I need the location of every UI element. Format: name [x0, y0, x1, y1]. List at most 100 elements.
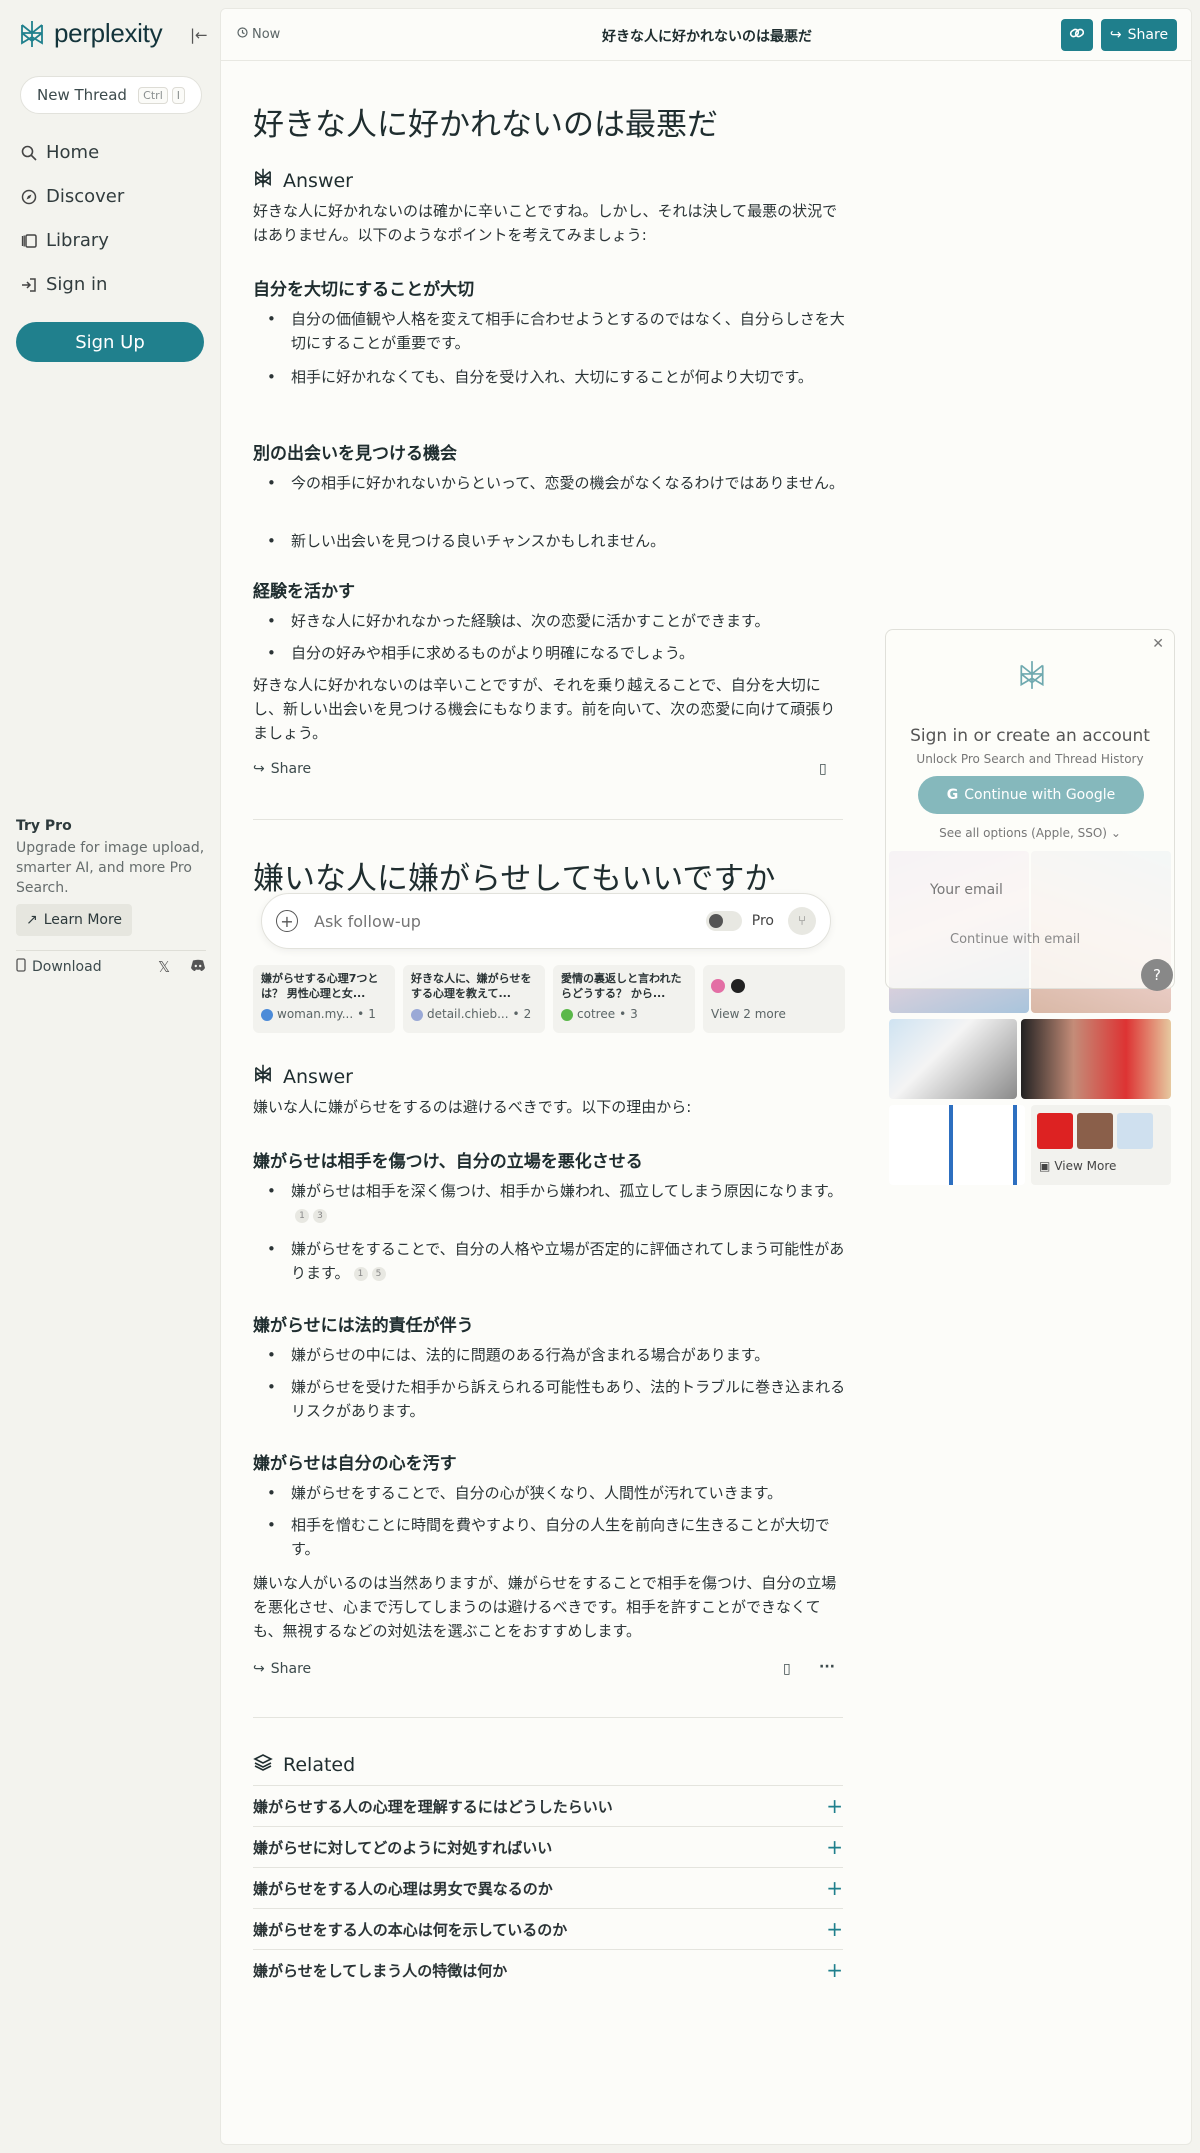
nav-home[interactable]: Home	[20, 142, 99, 163]
source-card[interactable]: 好きな人に、嫌がらせをする心理を教えて... detail.chieb... • 2	[403, 965, 545, 1033]
related-question[interactable]: 嫌がらせをする人の心理は男女で異なるのか +	[253, 1867, 843, 1908]
citation-badge[interactable]: 5	[371, 1266, 386, 1281]
nav-sign-in[interactable]: Sign in	[20, 274, 107, 295]
citation-badge[interactable]: 1	[353, 1266, 368, 1281]
answer-share-button[interactable]: ↪ Share	[253, 761, 311, 777]
section-heading: 経験を活かす	[253, 582, 355, 602]
section-heading: 自分を大切にすることが大切	[253, 280, 475, 300]
list-item: 自分の好みや相手に求めるものがより明確になるでしょう。	[267, 641, 851, 665]
library-icon	[20, 232, 38, 250]
shortcut-hint: Ctrl I	[138, 86, 185, 104]
list-item: 嫌がらせの中には、法的に問題のある行為が含まれる場合があります。	[267, 1343, 851, 1367]
related-question-text: 嫌がらせに対してどのように対処すればいい	[253, 1838, 553, 1857]
continue-with-google-button[interactable]: G Continue with Google	[918, 776, 1144, 814]
related-question[interactable]: 嫌がらせに対してどのように対処すればいい +	[253, 1826, 843, 1867]
source-card[interactable]: 嫌がらせする心理7つとは？ 男性心理と女... woman.my... • 1	[253, 965, 395, 1033]
sign-up-button[interactable]: Sign Up	[16, 322, 204, 362]
citation-badge[interactable]: 3	[313, 1208, 327, 1223]
plus-icon: +	[826, 1835, 843, 1859]
share-icon: ↪	[253, 761, 265, 777]
nav-discover[interactable]: Discover	[20, 186, 124, 207]
download-link[interactable]: Download	[16, 958, 102, 976]
image-icon: ▣	[1039, 1159, 1051, 1173]
list-item: 相手に好かれなくても、自分を受け入れ、大切にすることが何より大切です。	[267, 365, 851, 389]
related-question[interactable]: 嫌がらせする人の心理を理解するにはどうしたらいい +	[253, 1785, 843, 1826]
more-options-icon[interactable]: ···	[819, 1659, 835, 1675]
source-meta: cotree • 3	[561, 1007, 687, 1022]
view-more-label: View 2 more	[711, 1007, 786, 1021]
divider	[253, 1717, 843, 1718]
sign-in-modal: ✕ Sign in or create an account Unlock Pr…	[885, 629, 1175, 989]
site-favicon	[561, 1008, 573, 1021]
x-twitter-icon[interactable]: 𝕏	[158, 958, 170, 976]
related-question-text: 嫌がらせをする人の心理は男女で異なるのか	[253, 1879, 553, 1898]
answer-intro: 嫌いな人に嫌がらせをするのは避けるべきです。以下の理由から:	[253, 1098, 692, 1116]
result-image[interactable]	[889, 1019, 1017, 1099]
share-button[interactable]: ↪ Share	[1101, 19, 1177, 51]
result-image[interactable]	[1021, 1019, 1171, 1099]
see-all-options-link[interactable]: See all options (Apple, SSO) ⌄	[886, 826, 1174, 840]
source-title: 好きな人に、嫌がらせをする心理を教えて...	[411, 972, 532, 1000]
source-number: 1	[368, 1007, 376, 1021]
share-icon: ↪	[1109, 27, 1122, 43]
view-more-text: View More	[1054, 1159, 1117, 1173]
perplexity-answer-icon	[253, 167, 273, 194]
citation-badge[interactable]: 1	[295, 1208, 309, 1223]
email-field[interactable]: Your email	[930, 882, 1003, 898]
see-all-options-label: See all options (Apple, SSO)	[939, 826, 1107, 840]
nav-library-label: Library	[46, 230, 109, 251]
list-item: 好きな人に好かれなかった経験は、次の恋愛に活かすことができます。	[267, 609, 851, 633]
sign-in-subtitle: Unlock Pro Search and Thread History	[916, 752, 1144, 766]
related-header: Related	[253, 1753, 355, 1776]
related-question-text: 嫌がらせをしてしまう人の特徴は何か	[253, 1961, 508, 1980]
close-icon[interactable]: ✕	[1152, 636, 1164, 652]
site-favicon	[411, 1008, 423, 1021]
compass-icon	[20, 188, 38, 206]
share-label: Share	[1127, 27, 1169, 43]
discord-icon[interactable]	[190, 958, 206, 976]
sidebar: perplexity |← New Thread Ctrl I Home Dis…	[0, 0, 220, 2153]
source-card[interactable]: 愛情の裏返しと言われたらどうする？ から... cotree • 3	[553, 965, 695, 1033]
pro-toggle[interactable]	[705, 911, 742, 931]
source-meta: detail.chieb... • 2	[411, 1007, 537, 1022]
image-thumbnail	[1077, 1113, 1113, 1149]
follow-up-input[interactable]	[314, 911, 706, 931]
image-thumbnail	[1037, 1113, 1073, 1149]
attach-plus-icon[interactable]: +	[276, 910, 298, 932]
related-question[interactable]: 嫌がらせをする人の本心は何を示しているのか +	[253, 1908, 843, 1949]
related-question[interactable]: 嫌がらせをしてしまう人の特徴は何か +	[253, 1949, 843, 1990]
list-item: 相手を憎むことに時間を費やすより、自分の人生を前向きに生きることが大切です。	[267, 1513, 851, 1561]
learn-more-button[interactable]: ↗ Learn More	[16, 904, 133, 936]
copy-icon[interactable]: ▯	[783, 1661, 791, 1677]
new-thread-button[interactable]: New Thread Ctrl I	[20, 76, 202, 114]
view-more-sources-button[interactable]: View 2 more	[703, 965, 845, 1033]
result-image[interactable]	[889, 1105, 1025, 1185]
perplexity-answer-icon	[253, 1063, 273, 1090]
site-favicon	[711, 979, 725, 993]
answer-share-button[interactable]: ↪ Share	[253, 1661, 311, 1677]
list-item-text: 嫌がらせは相手を深く傷つけ、相手から嫌われ、孤立してしまう原因になります。	[291, 1182, 843, 1200]
try-pro-title: Try Pro	[16, 818, 72, 834]
copy-icon[interactable]: ▯	[819, 761, 827, 777]
related-question-text: 嫌がらせをする人の本心は何を示しているのか	[253, 1920, 568, 1939]
divider	[253, 819, 843, 820]
continue-with-email-button[interactable]: Continue with email	[950, 932, 1080, 947]
try-pro-card: Try Pro Upgrade for image upload, smarte…	[16, 818, 206, 898]
list-item: 新しい出会いを見つける良いチャンスかもしれません。	[267, 529, 851, 553]
view-more-images-label: ▣ View More	[1039, 1159, 1116, 1173]
send-icon[interactable]: ⑂	[788, 907, 816, 935]
list-item: 嫌がらせは相手を深く傷つけ、相手から嫌われ、孤立してしまう原因になります。 13	[267, 1179, 851, 1227]
copy-link-button[interactable]	[1061, 19, 1093, 51]
logo[interactable]: perplexity	[18, 18, 163, 49]
help-button[interactable]: ?	[1141, 959, 1173, 991]
sign-in-title: Sign in or create an account	[910, 726, 1150, 746]
answer-label: Answer	[283, 1065, 353, 1088]
answer-intro: 好きな人に好かれないのは確かに辛いことですね。しかし、それは決して最悪の状況では…	[253, 202, 838, 244]
nav-library[interactable]: Library	[20, 230, 109, 251]
logo-text: perplexity	[54, 18, 163, 48]
view-more-images[interactable]: ▣ View More	[1031, 1105, 1171, 1185]
plus-icon: +	[826, 1958, 843, 1982]
site-favicon	[261, 1008, 273, 1021]
chevron-down-icon: ⌄	[1110, 826, 1121, 840]
collapse-sidebar-icon[interactable]: |←	[190, 26, 208, 44]
